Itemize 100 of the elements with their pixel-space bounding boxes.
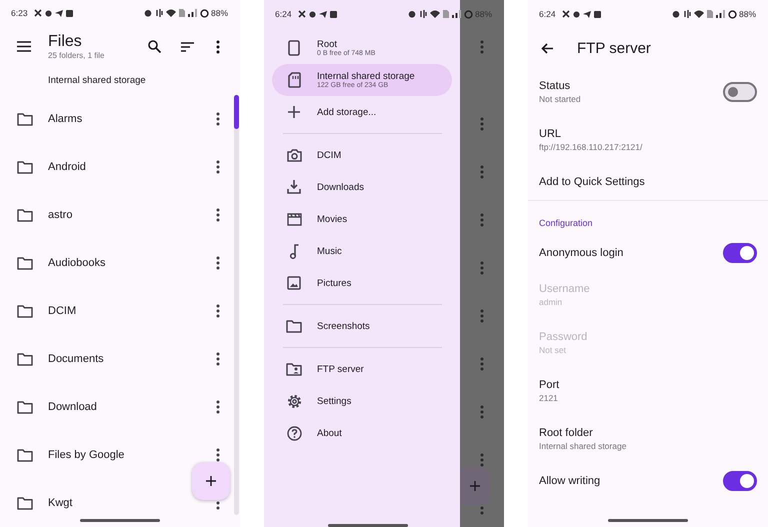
folder-row[interactable]: Alarms [0,95,240,143]
setting-title: Port [539,379,560,391]
more-icon[interactable] [216,400,220,414]
more-icon[interactable] [216,448,220,462]
toggle-switch[interactable] [723,243,757,263]
plus-icon [470,481,480,491]
setting-row[interactable]: URL ftp://192.168.110.217:2121/ [528,116,768,164]
folder-icon [17,160,33,174]
back-arrow-icon[interactable] [541,42,553,54]
status-time: 6:24 [275,9,292,19]
blob-icon [572,10,580,18]
sd-card-icon [288,72,300,88]
folder-row[interactable]: Download [0,383,240,431]
setting-row[interactable]: Root folder Internal shared storage [528,415,768,463]
status-time: 6:23 [11,8,28,18]
more-icon[interactable] [216,160,220,174]
item-label: Settings [317,396,352,406]
folder-row[interactable]: astro [0,191,240,239]
blob-icon [44,10,52,17]
cross-icon [562,10,570,18]
breadcrumb[interactable]: Internal shared storage [48,75,146,86]
setting-value: admin [539,297,564,307]
drawer-item[interactable]: FTP server [272,353,452,385]
folder-icon [17,112,33,126]
status-time: 6:24 [539,9,556,19]
setting-title: Root folder [539,427,594,439]
battery-percent: 88% [210,8,228,18]
more-icon[interactable] [216,304,220,318]
folder-row[interactable]: Kwgt [0,479,240,527]
drawer-item[interactable]: Downloads [272,171,452,203]
drawer-item[interactable]: Pictures [272,267,452,299]
setting-title: Status [539,80,572,92]
folder-row[interactable]: Audiobooks [0,239,240,287]
setting-row[interactable]: Anonymous login [528,235,768,271]
setting-title: Username [539,283,591,295]
folder-row[interactable]: Android [0,143,240,191]
item-label: Screenshots [317,320,370,332]
drawer-item[interactable]: Settings [272,385,452,417]
sim-icon [706,10,713,18]
folder-row[interactable]: Files by Google [0,431,240,479]
folder-name: Kwgt [48,497,74,509]
setting-title: Password [539,331,588,343]
setting-title: Add to Quick Settings [539,176,646,188]
sim-icon [442,10,449,18]
setting-title: Allow writing [539,475,602,487]
folder-name: Android [48,161,87,173]
menu-icon[interactable] [17,41,31,52]
screen-title: Files [48,33,83,52]
setting-value: Not set [539,345,567,355]
drawer-item[interactable]: Screenshots [272,310,452,342]
setting-row[interactable]: Add to Quick Settings [528,164,768,200]
wifi-icon [430,10,440,18]
battery-percent: 88% [738,9,756,19]
item-label: Downloads [317,182,364,192]
signal-icon [452,10,461,18]
more-icon[interactable] [216,208,220,222]
item-label: Pictures [317,278,352,288]
item-label: Root [317,39,338,50]
more-icon[interactable] [216,256,220,270]
folder-icon [17,208,33,222]
toggle-switch[interactable] [723,82,757,102]
blob-icon [308,10,316,18]
drawer-item[interactable]: About [272,417,452,449]
drawer-item[interactable]: Movies [272,203,452,235]
signal-icon [188,9,197,18]
folder-row[interactable]: Documents [0,335,240,383]
setting-row[interactable]: Allow writing [528,463,768,499]
setting-row[interactable]: Port 2121 [528,367,768,415]
setting-value: Internal shared storage [539,441,628,451]
paper-plane-icon [54,10,63,17]
folder-icon [286,320,302,332]
setting-value: Not started [539,94,582,104]
more-icon[interactable] [216,352,220,366]
paper-plane-icon [318,10,327,18]
camera-icon [286,148,302,162]
battery-percent: 88% [474,9,492,19]
plus-icon [288,106,300,118]
folder-name: DCIM [48,305,78,317]
folder-name: Files by Google [48,449,126,461]
scrollbar-thumb[interactable] [234,95,239,129]
setting-row[interactable]: Status Not started [528,68,768,116]
drawer-item[interactable]: DCIM [272,139,452,171]
paper-plane-icon [582,10,591,18]
setting-value: ftp://192.168.110.217:2121/ [539,142,644,152]
search-icon[interactable] [148,40,161,54]
drawer-item[interactable]: Music [272,235,452,267]
section-header: Configuration [539,218,593,228]
help-icon [286,426,302,440]
battery-ring-icon [200,8,209,18]
folder-icon [17,304,33,318]
drawer-item[interactable]: Add storage... [272,96,452,128]
wifi-icon [694,10,704,18]
setting-value: 2121 [539,393,559,403]
item-label: About [317,428,342,438]
toggle-switch[interactable] [723,471,757,491]
more-icon[interactable] [216,112,220,126]
folder-row[interactable]: DCIM [0,287,240,335]
sort-icon[interactable] [181,42,194,52]
more-icon[interactable] [216,40,220,54]
item-label: Music [317,246,342,256]
